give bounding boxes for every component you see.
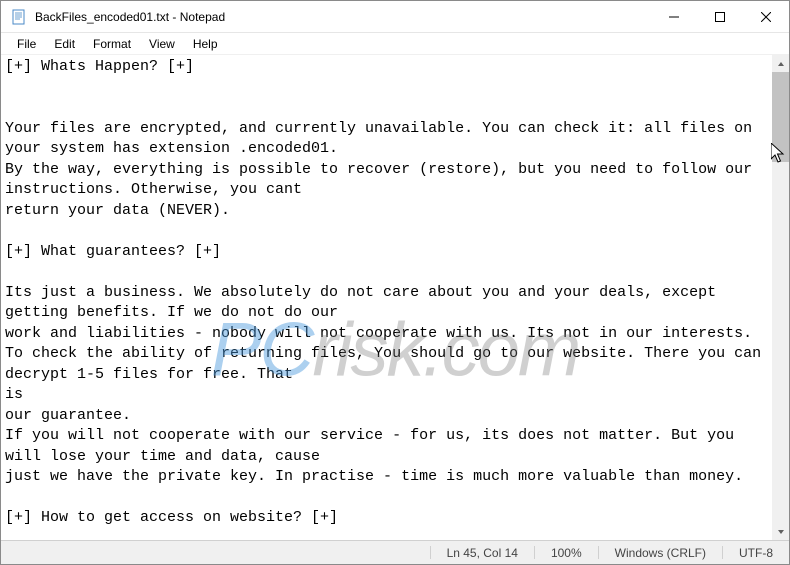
scroll-track[interactable] — [772, 72, 789, 523]
close-button[interactable] — [743, 1, 789, 32]
menubar: File Edit Format View Help — [1, 33, 789, 55]
menu-help[interactable]: Help — [185, 35, 226, 53]
menu-edit[interactable]: Edit — [46, 35, 83, 53]
titlebar: BackFiles_encoded01.txt - Notepad — [1, 1, 789, 33]
menu-view[interactable]: View — [141, 35, 183, 53]
notepad-icon — [11, 9, 27, 25]
statusbar: Ln 45, Col 14 100% Windows (CRLF) UTF-8 — [1, 540, 789, 564]
vertical-scrollbar[interactable] — [772, 55, 789, 540]
status-line-ending: Windows (CRLF) — [599, 546, 722, 560]
content-area: [+] Whats Happen? [+] Your files are enc… — [1, 55, 789, 540]
status-zoom: 100% — [535, 546, 598, 560]
scroll-up-button[interactable] — [772, 55, 789, 72]
notepad-window: BackFiles_encoded01.txt - Notepad File E… — [0, 0, 790, 565]
window-controls — [651, 1, 789, 32]
minimize-button[interactable] — [651, 1, 697, 32]
maximize-button[interactable] — [697, 1, 743, 32]
window-title: BackFiles_encoded01.txt - Notepad — [35, 10, 651, 24]
menu-format[interactable]: Format — [85, 35, 139, 53]
text-editor[interactable]: [+] Whats Happen? [+] Your files are enc… — [1, 55, 772, 540]
menu-file[interactable]: File — [9, 35, 44, 53]
status-encoding: UTF-8 — [723, 546, 789, 560]
scroll-down-button[interactable] — [772, 523, 789, 540]
status-cursor-position: Ln 45, Col 14 — [431, 546, 534, 560]
scroll-thumb[interactable] — [772, 72, 789, 162]
